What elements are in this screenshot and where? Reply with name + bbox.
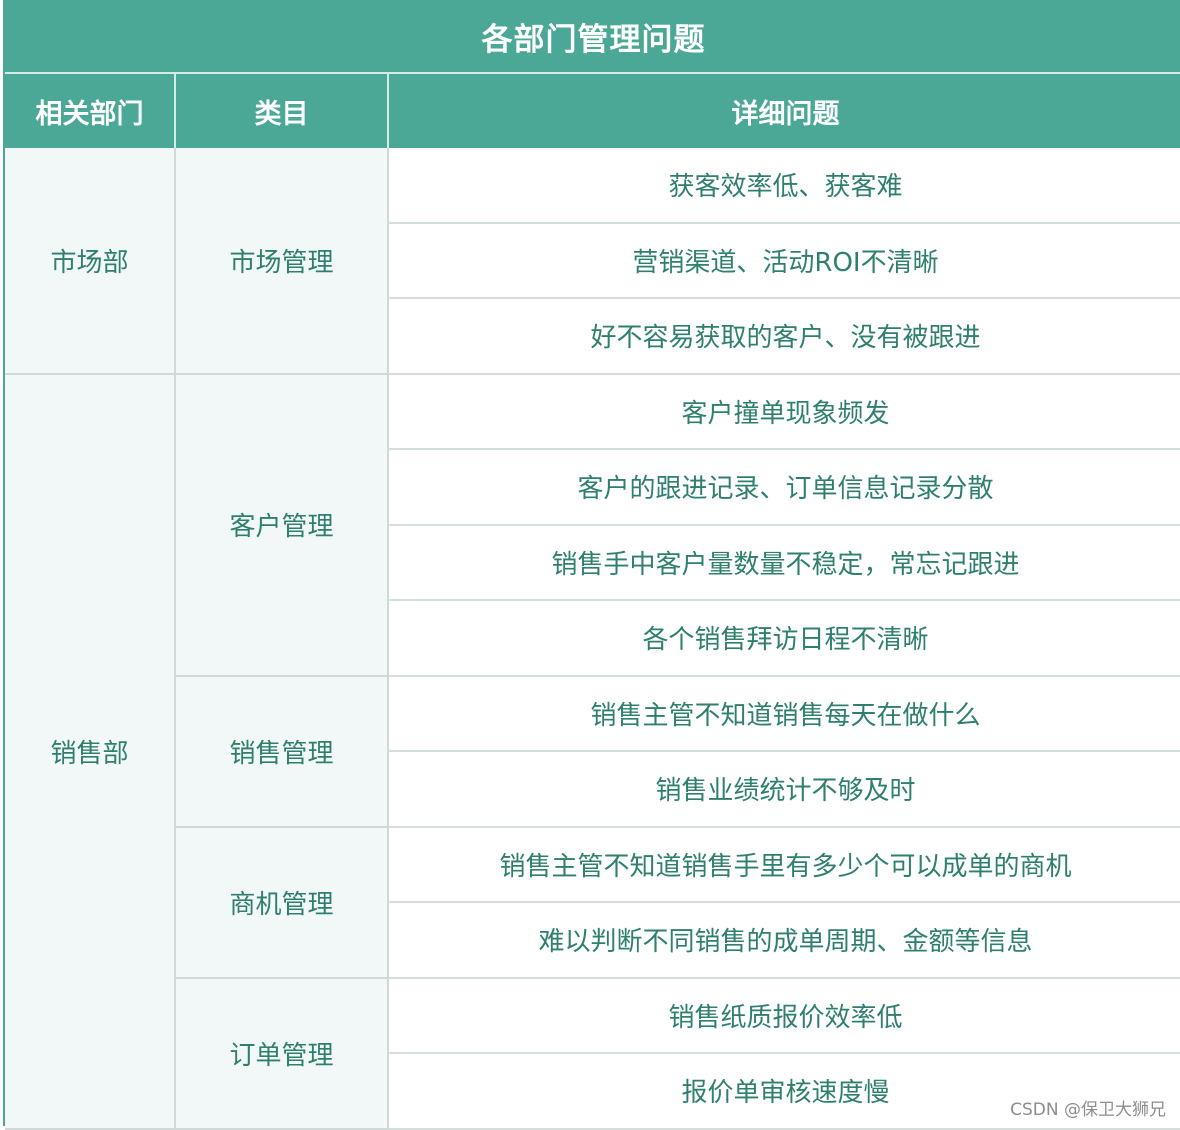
category-sales-management: 销售管理 — [175, 675, 389, 828]
issue-cell: 销售业绩统计不够及时 — [388, 751, 1180, 828]
issue-cell: 客户的跟进记录、订单信息记录分散 — [388, 449, 1180, 526]
issue-cell: 难以判断不同销售的成单周期、金额等信息 — [388, 902, 1180, 979]
table-row: 销售管理 销售主管不知道销售每天在做什么 — [5, 675, 1180, 828]
department-sales: 销售部 — [5, 373, 176, 1130]
category-marketing-management: 市场管理 — [175, 148, 389, 375]
category-customer-management: 客户管理 — [175, 373, 389, 677]
header-category: 类目 — [175, 73, 389, 148]
management-issues-table: 各部门管理问题 相关部门 类目 详细问题 市场部 市场管理 获客效率低、获客难 … — [5, 0, 1180, 1130]
table-row: 销售部 客户管理 客户撞单现象频发 — [5, 373, 1180, 1130]
issue-cell: 各个销售拜访日程不清晰 — [388, 600, 1180, 677]
table-title: 各部门管理问题 — [5, 0, 1180, 74]
department-marketing: 市场部 — [5, 148, 176, 375]
category-order-management: 订单管理 — [175, 977, 389, 1130]
issue-cell: 销售主管不知道销售手里有多少个可以成单的商机 — [388, 826, 1180, 903]
issue-cell: 销售手中客户量数量不稳定，常忘记跟进 — [388, 524, 1180, 601]
table-row: 市场部 市场管理 获客效率低、获客难 — [5, 148, 1180, 375]
header-issue: 详细问题 — [388, 73, 1180, 148]
issue-cell: 营销渠道、活动ROI不清晰 — [388, 222, 1180, 299]
header-department: 相关部门 — [5, 73, 176, 148]
issue-cell: 获客效率低、获客难 — [388, 148, 1180, 224]
table-row: 商机管理 销售主管不知道销售手里有多少个可以成单的商机 — [5, 826, 1180, 979]
category-opportunity-management: 商机管理 — [175, 826, 389, 979]
issue-cell: 销售纸质报价效率低 — [388, 977, 1180, 1054]
issue-cell: 客户撞单现象频发 — [388, 373, 1180, 450]
csdn-watermark: CSDN @保卫大狮兄 — [1010, 1100, 1166, 1120]
issue-cell: 销售主管不知道销售每天在做什么 — [388, 675, 1180, 752]
issue-cell: 好不容易获取的客户、没有被跟进 — [388, 298, 1180, 375]
table-row: 订单管理 销售纸质报价效率低 — [5, 977, 1180, 1130]
management-issues-table-container: 各部门管理问题 相关部门 类目 详细问题 市场部 市场管理 获客效率低、获客难 … — [3, 0, 1180, 1130]
